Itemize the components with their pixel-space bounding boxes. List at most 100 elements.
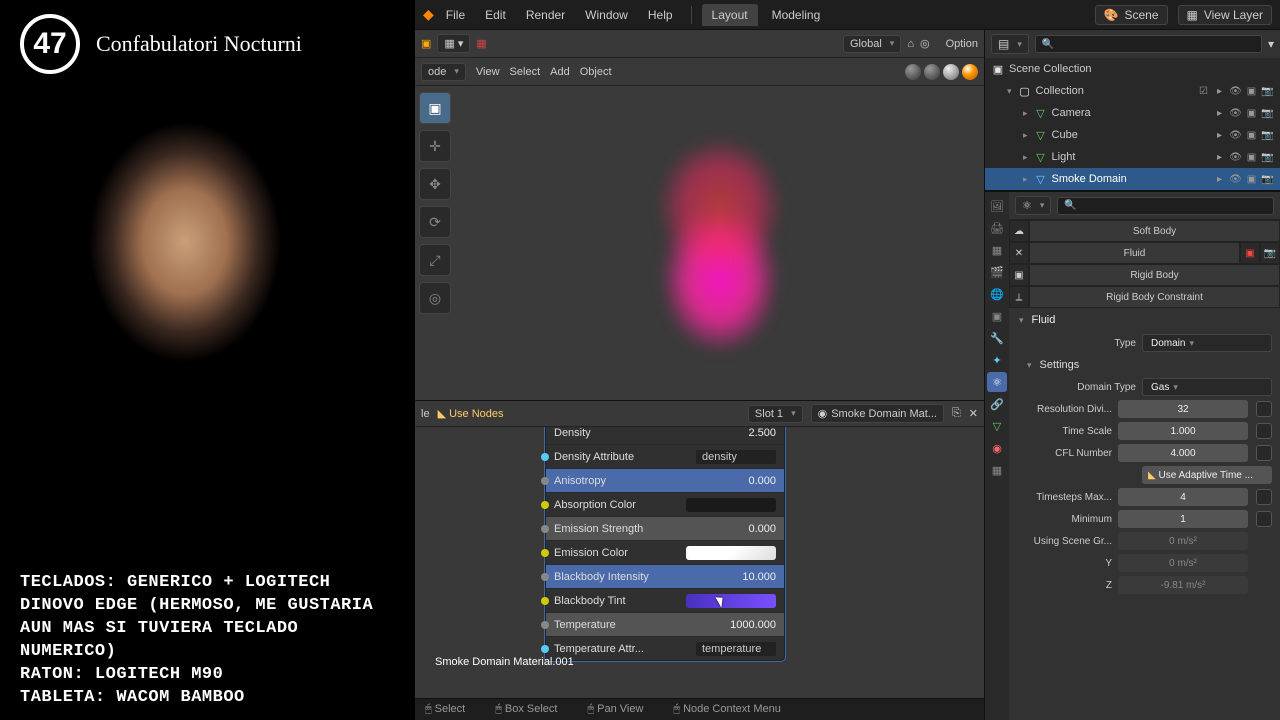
prop-domain-type[interactable]: Domain TypeGas [1009,376,1280,398]
props-pin[interactable]: ⚛ [1015,196,1051,215]
menu-select[interactable]: Select [510,66,541,78]
tool-transform[interactable]: ◎ [419,282,451,314]
tab-texture-icon[interactable]: ▦ [987,460,1007,480]
node-row-blackbody-tint[interactable]: Blackbody Tint [546,588,784,612]
node-row-emission-strength[interactable]: Emission Strength0.000 [546,516,784,540]
node-graph[interactable]: Density2.500Density AttributedensityAnis… [415,427,984,698]
filter-icon[interactable]: ▾ [1268,37,1274,51]
tab-scene-icon[interactable]: 🎬 [987,262,1007,282]
prop-y[interactable]: Y0 m/s² [1009,552,1280,574]
shading-wireframe-icon[interactable] [905,64,921,80]
softbody-row[interactable]: ☁Soft Body [1009,220,1280,242]
menu-view[interactable]: View [476,66,500,78]
prop-resolution-divi-[interactable]: Resolution Divi...32 [1009,398,1280,420]
scene-icon: 🎨 [1104,8,1119,22]
prop-time-scale[interactable]: Time Scale1.000 [1009,420,1280,442]
props-search[interactable]: 🔍 [1057,197,1274,215]
pin-icon[interactable]: ⎘ [952,407,961,420]
node-row-absorption-color[interactable]: Absorption Color [546,492,784,516]
tab-modifier-icon[interactable]: 🔧 [987,328,1007,348]
layer-icon: ▦ [1187,8,1198,22]
slot-dropdown[interactable]: Slot 1 [748,405,803,423]
options-label[interactable]: Option [946,38,978,50]
node-editor: le ◣ Use Nodes Slot 1 ◉ Smoke Domain Mat… [415,400,984,720]
tab-object-icon[interactable]: ▣ [987,306,1007,326]
prop-using-scene-gr-[interactable]: Using Scene Gr...0 m/s² [1009,530,1280,552]
tab-material-icon[interactable]: ◉ [987,438,1007,458]
shading-solid-icon[interactable] [924,64,940,80]
mode-dropdown[interactable]: ode [421,63,466,81]
node-row-blackbody-intensity[interactable]: Blackbody Intensity10.000 [546,564,784,588]
node-row-temperature-attr-[interactable]: Temperature Attr...temperature [546,636,784,660]
tab-data-icon[interactable]: ▽ [987,416,1007,436]
orientation-dropdown[interactable]: Global [843,35,901,53]
outliner-mode[interactable]: ▤ [991,34,1029,54]
rigidbody-row[interactable]: ▣Rigid Body [1009,264,1280,286]
prop-cfl-number[interactable]: CFL Number4.000 [1009,442,1280,464]
snap-toggle[interactable]: ⌂ [907,38,914,50]
channel-name: Confabulatori Nocturni [96,31,302,57]
fluid-row[interactable]: ✕Fluid▣📷 [1009,242,1280,264]
tab-viewlayer-icon[interactable]: ▦ [987,240,1007,260]
node-row-temperature[interactable]: Temperature1000.000 [546,612,784,636]
fluid-type-dropdown[interactable]: Domain [1142,334,1272,352]
tool-select-box[interactable]: ▣ [419,92,451,124]
menu-object[interactable]: Object [580,66,612,78]
stream-overlay: 47 Confabulatori Nocturni TECLADOS: GENE… [0,0,415,720]
node-row-density-attribute[interactable]: Density Attributedensity [546,444,784,468]
principled-volume-node[interactable]: Density2.500Density AttributedensityAnis… [545,427,785,661]
snap-icon[interactable]: ▦ [476,37,486,50]
outliner-search[interactable]: 🔍 [1035,35,1262,53]
properties-editor: 🖼 🖨 ▦ 🎬 🌐 ▣ 🔧 ✦ ⚛ 🔗 ▽ ◉ ▦ ⚛ [985,191,1280,720]
fluid-panel-title[interactable]: Fluid [1009,308,1280,332]
viewlayer-selector[interactable]: ▦View Layer [1178,5,1273,25]
proportional-toggle[interactable]: ◎ [920,37,930,50]
tool-move[interactable]: ✥ [419,168,451,200]
menu-render[interactable]: Render [518,4,573,26]
tab-render-icon[interactable]: 🖼 [987,196,1007,216]
3d-viewport[interactable]: ▣ ✛ ✥ ⟳ ⤢ ◎ [415,86,984,400]
tool-cursor[interactable]: ✛ [419,130,451,162]
shading-material-icon[interactable] [943,64,959,80]
tab-physics-icon[interactable]: ⚛ [987,372,1007,392]
menu-add[interactable]: Add [550,66,570,78]
status-box-select: 🖱 Box Select [495,703,557,716]
scene-selector[interactable]: 🎨Scene [1095,5,1168,25]
menu-file[interactable]: File [438,4,473,26]
tool-scale[interactable]: ⤢ [419,244,451,276]
close-icon[interactable]: ✕ [969,407,978,420]
rigidbody-constraint-row[interactable]: ⟂Rigid Body Constraint [1009,286,1280,308]
material-selector[interactable]: ◉ Smoke Domain Mat... [811,404,944,423]
topbar: ◆ File Edit Render Window Help Layout Mo… [415,0,1280,30]
outliner-scene-collection[interactable]: ▣Scene Collection [985,58,1280,80]
outliner-item-smoke-domain[interactable]: ▽Smoke Domain▸👁▣📷 [985,168,1280,190]
tab-particles-icon[interactable]: ✦ [987,350,1007,370]
viewport-header: ▣ ▦ ▾ ▦ Global ⌂ ◎ Option [415,30,984,58]
menu-edit[interactable]: Edit [477,4,514,26]
tool-rotate[interactable]: ⟳ [419,206,451,238]
prop-minimum[interactable]: Minimum1 [1009,508,1280,530]
tab-constraint-icon[interactable]: 🔗 [987,394,1007,414]
webcam-face [50,118,320,428]
outliner-collection[interactable]: ▢Collection☑▸👁▣📷 [985,80,1280,102]
search-icon: 🔍 [1064,200,1076,211]
prop-z[interactable]: Z-9.81 m/s² [1009,574,1280,596]
outliner-item-camera[interactable]: ▽Camera▸👁▣📷 [985,102,1280,124]
node-row-density[interactable]: Density2.500 [546,427,784,444]
tab-world-icon[interactable]: 🌐 [987,284,1007,304]
outliner-item-cube[interactable]: ▽Cube▸👁▣📷 [985,124,1280,146]
settings-subpanel[interactable]: Settings [1009,354,1280,376]
select-tool-dropdown[interactable]: ▦ ▾ [437,34,470,53]
shading-rendered-icon[interactable] [962,64,978,80]
menu-help[interactable]: Help [640,4,681,26]
prop-use-adaptive-time-[interactable]: ◣ Use Adaptive Time ... [1009,464,1280,486]
node-row-anisotropy[interactable]: Anisotropy0.000 [546,468,784,492]
prop-timesteps-max-[interactable]: Timesteps Max...4 [1009,486,1280,508]
workspace-modeling[interactable]: Modeling [762,4,831,26]
tab-output-icon[interactable]: 🖨 [987,218,1007,238]
workspace-layout[interactable]: Layout [702,4,758,26]
menu-window[interactable]: Window [577,4,636,26]
outliner-item-light[interactable]: ▽Light▸👁▣📷 [985,146,1280,168]
node-row-emission-color[interactable]: Emission Color [546,540,784,564]
use-nodes-toggle[interactable]: ◣ Use Nodes [438,407,504,420]
